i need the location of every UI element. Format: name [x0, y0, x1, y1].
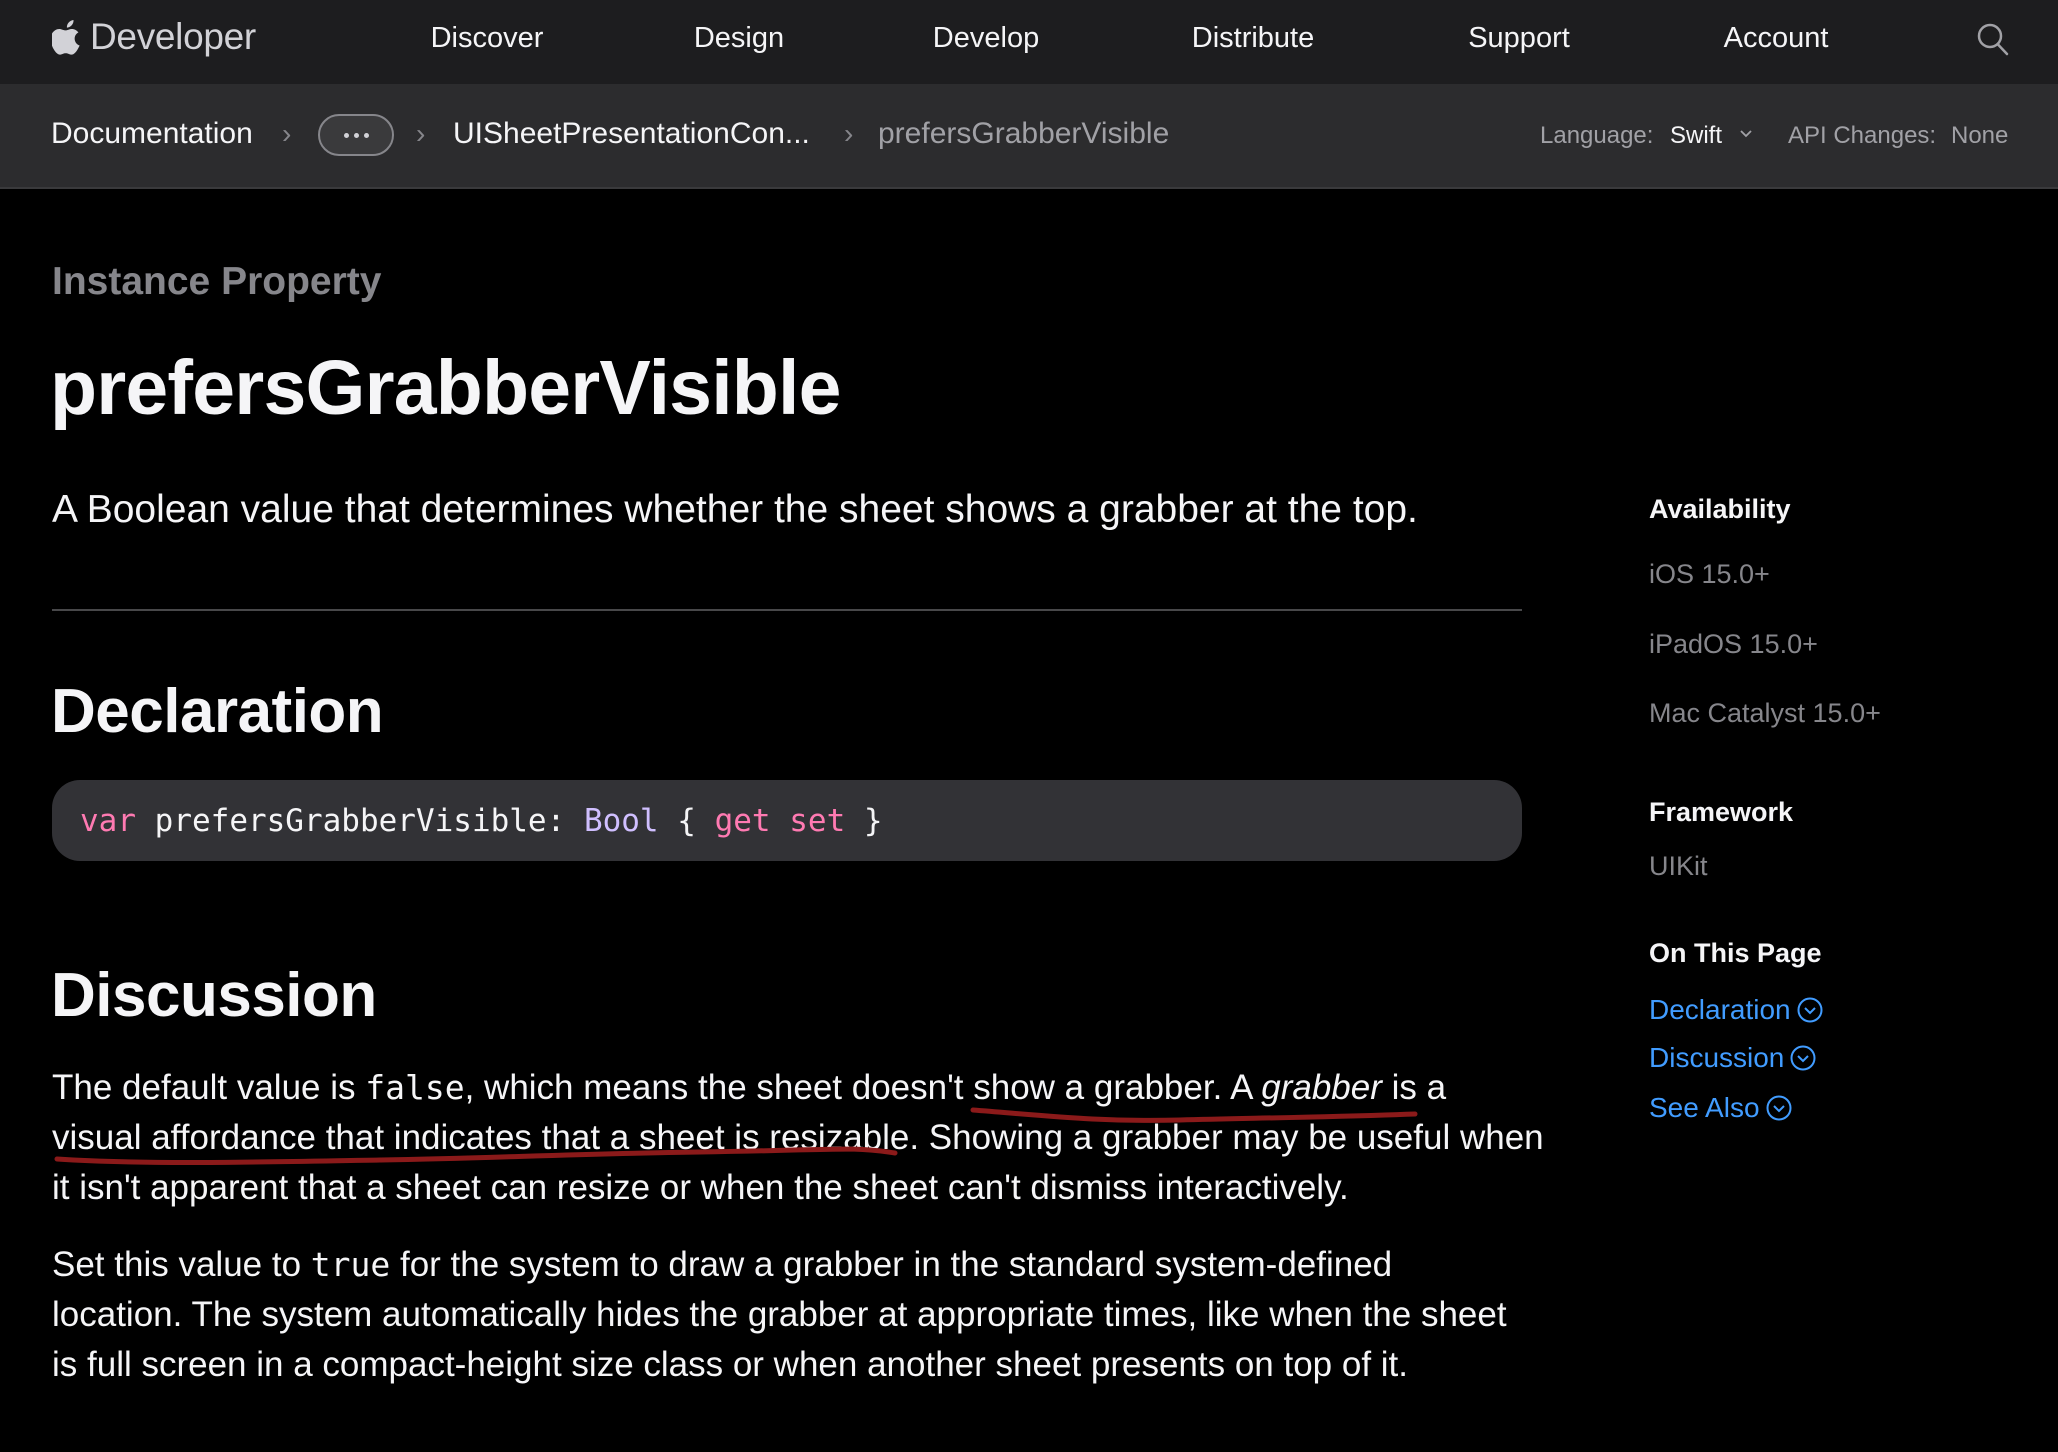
ellipsis-icon: [343, 132, 349, 138]
nav-account[interactable]: Account: [1724, 22, 1829, 55]
text: for the system to draw a grabber in the …: [390, 1245, 1393, 1284]
documentation-nav: Documentation › › UISheetPresentationCon…: [0, 84, 2058, 189]
breadcrumb-more-button[interactable]: [318, 114, 394, 156]
breadcrumb-uisheetpresentationcontroller[interactable]: UISheetPresentationCon...: [453, 117, 810, 151]
nav-design[interactable]: Design: [694, 22, 784, 55]
language-label: Language:: [1540, 122, 1654, 149]
code-get: get: [714, 802, 771, 839]
paragraph-line: is full screen in a compact-height size …: [52, 1345, 1408, 1384]
chevron-right-icon: ›: [844, 118, 854, 149]
link-label: Declaration: [1649, 994, 1791, 1025]
text: Set this value to: [52, 1245, 311, 1284]
availability-heading: Availability: [1649, 494, 1791, 524]
on-this-page-heading: On This Page: [1649, 938, 1822, 968]
availability-mac-catalyst: Mac Catalyst 15.0+: [1649, 698, 1881, 728]
nav-distribute[interactable]: Distribute: [1192, 22, 1315, 55]
declaration-heading: Declaration: [51, 677, 384, 746]
paragraph-line: it isn't apparent that a sheet can resiz…: [52, 1168, 1349, 1207]
inline-code: false: [365, 1068, 465, 1107]
api-changes-selector[interactable]: None: [1951, 122, 2008, 150]
abstract: A Boolean value that determines whether …: [52, 488, 1418, 531]
chevron-right-icon: ›: [282, 118, 292, 149]
discussion-heading: Discussion: [51, 961, 377, 1030]
paragraph-line: location. The system automatically hides…: [52, 1295, 1507, 1334]
page-title: prefersGrabberVisible: [50, 345, 841, 431]
code-type-link[interactable]: Bool: [584, 803, 659, 839]
discussion-paragraph-2: Set this value to true for the system to…: [52, 1240, 1532, 1390]
chevron-down-circle-icon: [1766, 1095, 1792, 1121]
code-brace-open: {: [658, 802, 715, 839]
declaration-code: var prefersGrabberVisible: Bool { get se…: [52, 780, 1522, 861]
chevron-right-icon: ›: [416, 118, 426, 149]
ellipsis-dot: [363, 132, 369, 138]
nav-support[interactable]: Support: [1468, 22, 1570, 55]
on-this-page-declaration[interactable]: Declaration: [1649, 994, 1823, 1026]
inline-code: true: [310, 1245, 391, 1284]
code-brace-close: }: [845, 802, 883, 839]
availability-ipados: iPadOS 15.0+: [1649, 629, 1818, 659]
search-button[interactable]: [1976, 22, 2010, 58]
search-icon: [1977, 23, 2009, 56]
on-this-page-see-also[interactable]: See Also: [1649, 1092, 1792, 1124]
chevron-down-circle-icon: [1797, 997, 1823, 1023]
framework-link[interactable]: UIKit: [1649, 851, 1708, 882]
framework-heading: Framework: [1649, 797, 1794, 827]
apple-logo-icon: [52, 20, 80, 55]
api-changes-label: API Changes:: [1788, 122, 1937, 149]
chevron-down-circle-icon: [1790, 1045, 1816, 1071]
availability-ios: iOS 15.0+: [1649, 559, 1770, 589]
chevron-down-icon[interactable]: [1739, 129, 1753, 139]
language-selector[interactable]: Swift: [1670, 122, 1722, 150]
paragraph-line: The default value is false, which means …: [52, 1063, 1532, 1113]
divider: [52, 609, 1522, 611]
link-label: Discussion: [1649, 1042, 1785, 1073]
breadcrumb-documentation[interactable]: Documentation: [51, 117, 253, 151]
symbol-kind: Instance Property: [52, 260, 382, 303]
emphasis: grabber: [1261, 1068, 1382, 1107]
code-keyword: var: [80, 802, 136, 839]
code-set: set: [789, 802, 846, 839]
on-this-page-discussion[interactable]: Discussion: [1649, 1042, 1816, 1074]
text: , which means the sheet doesn't show a g…: [464, 1068, 1262, 1107]
code-identifier: prefersGrabberVisible:: [136, 802, 584, 839]
text: The default value is: [52, 1068, 366, 1107]
link-label: See Also: [1649, 1092, 1760, 1123]
nav-develop[interactable]: Develop: [933, 22, 1039, 55]
paragraph-line: Set this value to true for the system to…: [52, 1240, 1532, 1290]
breadcrumb-current: prefersGrabberVisible: [878, 117, 1170, 150]
discussion-paragraph-1: The default value is false, which means …: [52, 1063, 1544, 1213]
brand-label: Developer: [90, 16, 256, 57]
text: is a: [1381, 1068, 1447, 1107]
ellipsis-dot: [353, 132, 359, 138]
nav-discover[interactable]: Discover: [431, 22, 544, 55]
developer-home-link[interactable]: Developer: [52, 16, 256, 58]
global-nav: Developer Discover Design Develop Distri…: [0, 0, 2058, 84]
paragraph-line: visual affordance that indicates that a …: [52, 1118, 1544, 1157]
